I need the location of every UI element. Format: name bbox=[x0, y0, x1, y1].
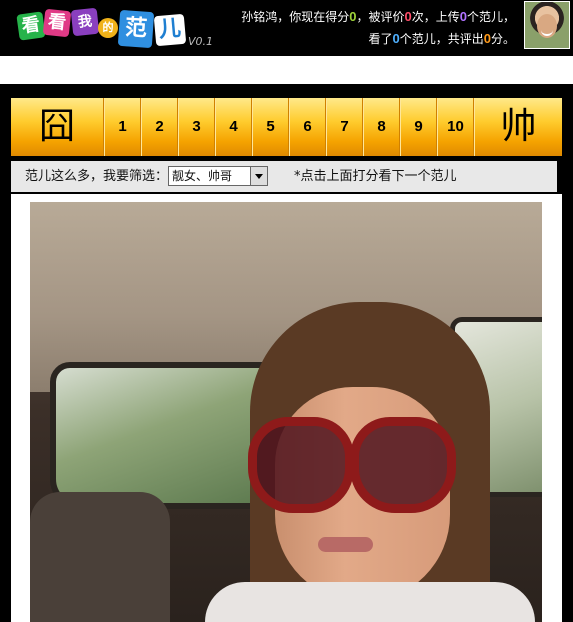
stats-text: 次，上传 bbox=[411, 10, 460, 24]
logo-tile: 看 bbox=[16, 11, 46, 41]
viewed-count: 0 bbox=[392, 31, 400, 46]
rating-button-7[interactable]: 7 bbox=[325, 98, 363, 156]
rating-button-10[interactable]: 10 bbox=[436, 98, 474, 156]
rating-button-1[interactable]: 1 bbox=[103, 98, 141, 156]
user-name-link[interactable]: 孙铭鸿 bbox=[241, 10, 277, 24]
photo-sunglasses bbox=[350, 417, 456, 513]
filter-bar: 范儿这么多，我要筛选： 靓女、帅哥 *点击上面打分看下一个范儿 bbox=[11, 161, 557, 192]
logo-tile: 范 bbox=[117, 9, 155, 49]
main-panel: 囧 1 2 3 4 5 6 7 8 9 10 帅 范儿这么多，我要筛选： 靓女、… bbox=[0, 84, 573, 622]
user-avatar[interactable] bbox=[524, 1, 570, 49]
filter-label: 范儿这么多，我要筛选： bbox=[25, 169, 169, 184]
stats-text: 个范儿， bbox=[466, 10, 515, 24]
logo-tile: 的 bbox=[98, 18, 118, 38]
photo-car-window bbox=[50, 362, 272, 509]
filter-selected-value: 靓女、帅哥 bbox=[172, 169, 233, 183]
logo-tile: 儿 bbox=[153, 13, 187, 47]
logo-tile: 看 bbox=[42, 8, 72, 38]
rating-button-5[interactable]: 5 bbox=[251, 98, 289, 156]
stats-text: 看了 bbox=[368, 32, 393, 46]
user-stats: 孙铭鸿，你现在得分0，被评价0次，上传0个范儿， 看了0个范儿，共评出0分。 bbox=[195, 6, 515, 50]
uploaded-count: 0 bbox=[459, 9, 467, 24]
photo-car-seat bbox=[30, 492, 170, 622]
rating-button-3[interactable]: 3 bbox=[177, 98, 215, 156]
rating-button-4[interactable]: 4 bbox=[214, 98, 252, 156]
photo-lips bbox=[318, 537, 373, 552]
dropdown-arrow-icon[interactable] bbox=[250, 167, 267, 185]
stats-text: 分。 bbox=[490, 32, 515, 46]
given-score: 0 bbox=[483, 31, 491, 46]
rating-button-6[interactable]: 6 bbox=[288, 98, 326, 156]
rated-count: 0 bbox=[404, 9, 412, 24]
stats-text: ，被评价 bbox=[356, 10, 405, 24]
rating-bar: 囧 1 2 3 4 5 6 7 8 9 10 帅 bbox=[11, 98, 562, 156]
photo-shirt bbox=[205, 582, 535, 622]
user-stats-line-1: 孙铭鸿，你现在得分0，被评价0次，上传0个范儿， bbox=[195, 6, 515, 28]
user-stats-line-2: 看了0个范儿，共评出0分。 bbox=[195, 28, 515, 50]
filter-select[interactable]: 靓女、帅哥 bbox=[168, 166, 268, 186]
photo-sunglasses bbox=[248, 417, 354, 513]
photo-frame bbox=[11, 194, 562, 622]
header: 看 看 我 的 范 儿 V0.1 孙铭鸿，你现在得分0，被评价0次，上传0个范儿… bbox=[0, 0, 573, 56]
filter-hint: *点击上面打分看下一个范儿 bbox=[294, 169, 457, 184]
stats-text: 个范儿，共评出 bbox=[399, 32, 484, 46]
logo-tile: 我 bbox=[70, 7, 100, 37]
rating-button-9[interactable]: 9 bbox=[399, 98, 437, 156]
rating-high-label: 帅 bbox=[473, 98, 563, 156]
profile-photo[interactable] bbox=[30, 202, 542, 622]
stats-text: ，你现在得分 bbox=[277, 10, 350, 24]
rating-low-label: 囧 bbox=[38, 106, 75, 147]
rating-button-8[interactable]: 8 bbox=[362, 98, 400, 156]
rating-button-2[interactable]: 2 bbox=[140, 98, 178, 156]
